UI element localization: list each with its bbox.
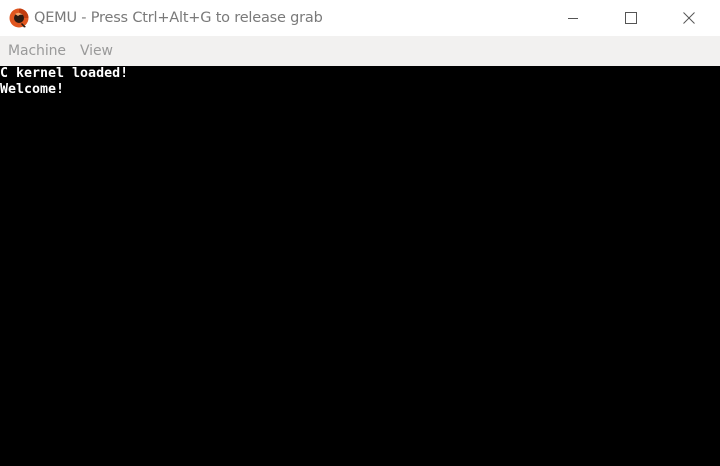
window-title: QEMU - Press Ctrl+Alt+G to release grab [34,10,323,26]
qemu-window: QEMU - Press Ctrl+Alt+G to release grab … [0,0,720,466]
close-icon [683,12,695,24]
menu-bar: Machine View [0,36,720,66]
console-line: Welcome! [0,82,65,97]
close-button[interactable] [660,0,718,36]
guest-display[interactable]: C kernel loaded! Welcome! [0,66,720,466]
menu-machine[interactable]: Machine [8,36,66,66]
maximize-button[interactable] [602,0,660,36]
minimize-button[interactable] [544,0,602,36]
menu-view[interactable]: View [80,36,113,66]
qemu-logo-icon[interactable] [9,8,29,28]
console-line: C kernel loaded! [0,66,129,81]
maximize-icon [625,12,637,24]
minimize-icon [568,18,578,19]
title-bar[interactable]: QEMU - Press Ctrl+Alt+G to release grab [0,0,720,36]
